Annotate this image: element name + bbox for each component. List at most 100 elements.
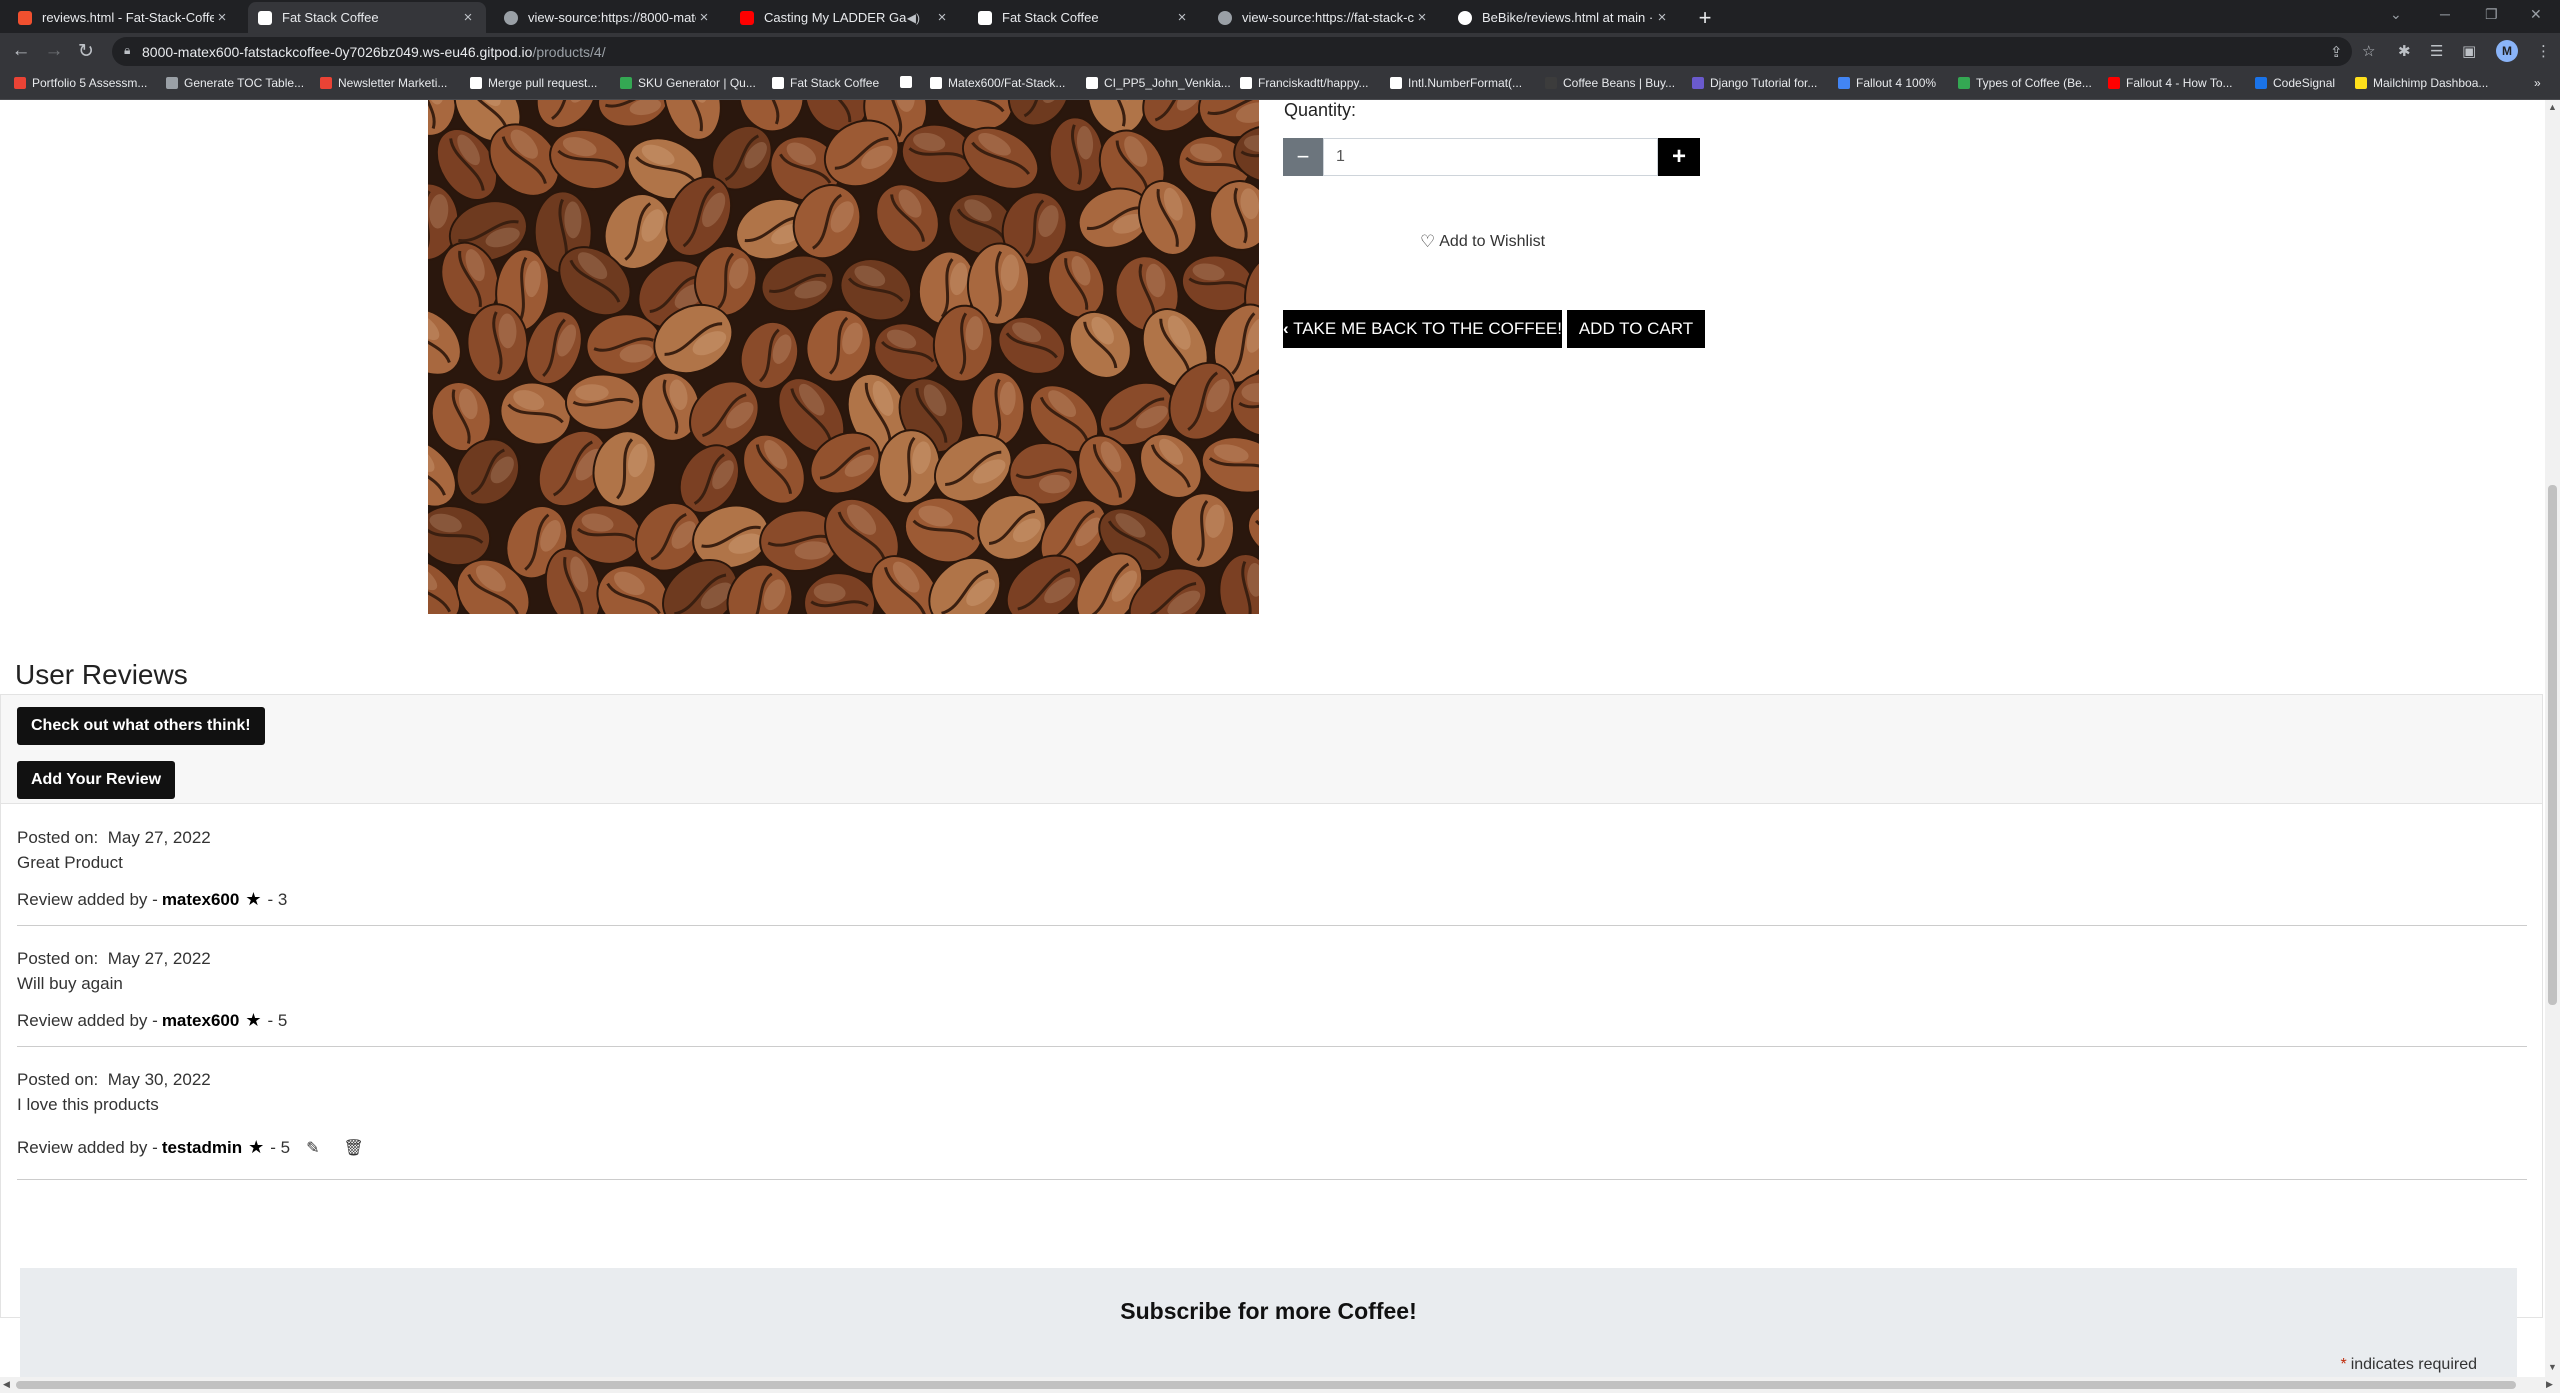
tab-title: Fat Stack Coffee [1002, 10, 1099, 25]
bookmark-item[interactable]: Franciskadtt/happy... [1240, 76, 1369, 90]
check-out-reviews-button[interactable]: Check out what others think! [17, 707, 265, 745]
bookmark-label: Coffee Beans | Buy... [1563, 76, 1676, 90]
bookmark-item[interactable]: CodeSignal [2255, 76, 2335, 90]
bookmark-favicon-icon [620, 77, 632, 89]
bookmark-favicon-icon [320, 77, 332, 89]
extensions-icon[interactable]: ✱ [2398, 42, 2411, 60]
close-tab-icon[interactable]: × [1174, 9, 1190, 26]
edit-review-icon[interactable]: ✎ [306, 1138, 319, 1158]
speaker-icon[interactable]: ◀) [907, 11, 920, 25]
scroll-left-arrow-icon[interactable]: ◀ [3, 1379, 10, 1390]
quantity-increment-button[interactable]: + [1658, 138, 1700, 176]
browser-tab[interactable]: view-source:https://8000-matex6 × [494, 2, 722, 33]
review-divider [17, 1046, 2527, 1047]
close-tab-icon[interactable]: × [696, 9, 712, 26]
close-tab-icon[interactable]: × [214, 9, 230, 26]
git-favicon-icon [18, 10, 32, 25]
bookmark-item[interactable]: Fallout 4 100% [1838, 76, 1936, 90]
bookmarks-overflow-icon[interactable]: » [2534, 76, 2541, 90]
horizontal-scrollbar[interactable]: ◀ ▶ [0, 1377, 2560, 1393]
back-arrow-icon[interactable]: ← [9, 40, 33, 62]
bookmark-label: CodeSignal [2273, 76, 2336, 90]
close-window-icon[interactable]: ✕ [2530, 6, 2542, 23]
horizontal-scroll-thumb[interactable] [16, 1381, 2516, 1389]
bookmark-item[interactable]: Coffee Beans | Buy... [1545, 76, 1675, 90]
close-tab-icon[interactable]: × [1654, 9, 1670, 26]
browser-tab[interactable]: view-source:https://fat-stack-cof × [1208, 2, 1440, 33]
tab-search-icon[interactable]: ⌄ [2390, 6, 2402, 23]
bookmark-item[interactable]: Newsletter Marketi... [320, 76, 447, 90]
url-path: /products/4/ [532, 44, 606, 60]
coffee-bean [564, 373, 642, 431]
browser-tab-active[interactable]: Fat Stack Coffee × [248, 2, 486, 33]
bookmark-item[interactable]: Merge pull request... [470, 76, 597, 90]
github-favicon-icon [1458, 10, 1472, 25]
scroll-down-arrow-icon[interactable]: ▼ [2548, 1362, 2557, 1372]
close-tab-icon[interactable]: × [934, 9, 950, 26]
delete-review-icon[interactable]: 🗑︎ [344, 1138, 364, 1158]
bookmark-item[interactable]: Generate TOC Table... [166, 76, 304, 90]
bookmark-item[interactable]: Types of Coffee (Be... [1958, 76, 2092, 90]
profile-avatar[interactable]: M [2496, 40, 2518, 62]
bookmark-item[interactable] [900, 76, 918, 88]
add-to-cart-button[interactable]: ADD TO CART [1567, 310, 1705, 348]
browser-tab[interactable]: Casting My LADDER Games ◀) × [730, 2, 960, 33]
bookmark-favicon-icon [2108, 77, 2120, 89]
review-divider [17, 1179, 2527, 1180]
bookmark-item[interactable]: Django Tutorial for... [1692, 76, 1817, 90]
page-favicon-icon [978, 10, 992, 25]
minimize-icon[interactable]: ─ [2440, 6, 2450, 22]
vertical-scrollbar[interactable]: ▲ ▼ [2545, 100, 2560, 1377]
close-tab-icon[interactable]: × [460, 9, 476, 26]
add-to-wishlist-link[interactable]: ♡ Add to Wishlist [1420, 232, 1545, 252]
coffee-beans-photo [428, 100, 1259, 614]
reload-icon[interactable]: ↻ [74, 40, 98, 63]
lock-icon[interactable]: 🔒︎ [124, 43, 130, 58]
review-added-by-label: Review added by - [17, 1137, 158, 1157]
menu-kebab-icon[interactable]: ⋮ [2536, 42, 2551, 60]
bookmark-star-icon[interactable]: ☆ [2362, 42, 2375, 60]
bookmark-favicon-icon [166, 77, 178, 89]
bookmarks-bar: Portfolio 5 Assessm... Generate TOC Table… [0, 70, 2560, 100]
browser-tab[interactable]: Fat Stack Coffee × [968, 2, 1200, 33]
back-to-coffee-button[interactable]: ‹ TAKE ME BACK TO THE COFFEE! [1283, 310, 1562, 348]
browser-tab[interactable]: BeBike/reviews.html at main · ka × [1448, 2, 1680, 33]
quantity-input[interactable]: 1 [1323, 138, 1658, 176]
review-text: I love this products [17, 1095, 159, 1114]
bookmark-favicon-icon [1240, 77, 1252, 89]
newsletter-section: Subscribe for more Coffee! * indicates re… [20, 1268, 2517, 1377]
restore-icon[interactable]: ❐ [2485, 6, 2498, 23]
close-tab-icon[interactable]: × [1414, 9, 1430, 26]
review-item: Posted on: May 30, 2022 I love this prod… [17, 1067, 2527, 1180]
share-icon[interactable]: ⇪ [2330, 43, 2343, 61]
browser-tab[interactable]: reviews.html - Fat-Stack-Coffee - × [8, 2, 240, 33]
scroll-right-arrow-icon[interactable]: ▶ [2546, 1379, 2553, 1390]
bookmark-label: Newsletter Marketi... [338, 76, 448, 90]
reviews-heading: User Reviews [15, 659, 188, 690]
reading-list-icon[interactable]: ☰ [2430, 42, 2443, 60]
bookmark-item[interactable]: Fallout 4 - How To... [2108, 76, 2233, 90]
globe-favicon-icon [504, 10, 518, 25]
quantity-decrement-button[interactable]: − [1283, 138, 1323, 176]
star-icon: ★ [248, 1137, 265, 1157]
bookmark-item[interactable]: CI_PP5_John_Venkia... [1086, 76, 1231, 90]
bookmark-label: Fallout 4 - How To... [2126, 76, 2233, 90]
bookmark-item[interactable]: Intl.NumberFormat(... [1390, 76, 1522, 90]
address-bar[interactable]: 🔒︎ 8000-matex600-fatstackcoffee-0y7026bz… [112, 37, 2352, 66]
chevron-left-icon: ‹ [1283, 319, 1289, 338]
bookmark-item[interactable]: SKU Generator | Qu... [620, 76, 756, 90]
forward-arrow-icon[interactable]: → [42, 40, 66, 62]
side-panel-icon[interactable]: ▣ [2462, 42, 2476, 60]
add-review-button[interactable]: Add Your Review [17, 761, 176, 799]
vertical-scroll-thumb[interactable] [2548, 485, 2557, 1005]
bookmark-item[interactable]: Portfolio 5 Assessm... [14, 76, 147, 90]
new-tab-button[interactable]: + [1693, 5, 1717, 31]
newsletter-title: Subscribe for more Coffee! [1120, 1298, 1417, 1324]
bookmark-item[interactable]: Fat Stack Coffee [772, 76, 879, 90]
bookmark-label: Generate TOC Table... [184, 76, 305, 90]
required-text: indicates required [2350, 1356, 2477, 1373]
bookmark-item[interactable]: Matex600/Fat-Stack... [930, 76, 1065, 90]
scroll-up-arrow-icon[interactable]: ▲ [2548, 102, 2557, 112]
bookmark-label: Franciskadtt/happy... [1258, 76, 1369, 90]
bookmark-item[interactable]: Mailchimp Dashboa... [2355, 76, 2488, 90]
